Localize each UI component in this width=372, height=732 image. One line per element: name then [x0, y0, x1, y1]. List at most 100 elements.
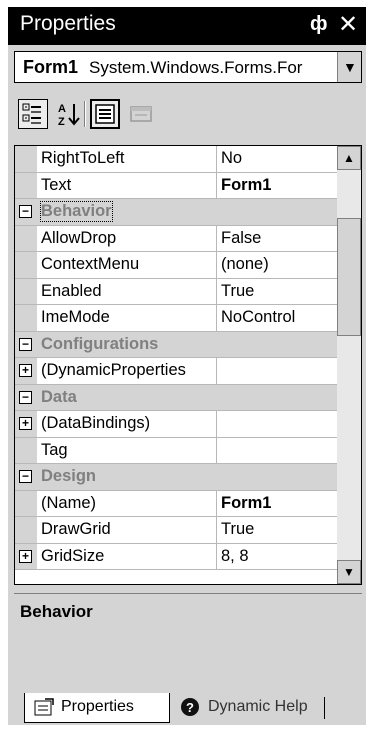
pin-icon[interactable]: ф: [310, 13, 328, 36]
chevron-down-icon: ▼: [343, 59, 357, 75]
property-row[interactable]: AllowDrop False: [15, 225, 337, 252]
property-name: (DynamicProperties: [41, 361, 186, 379]
property-row[interactable]: + (DataBindings): [15, 411, 337, 438]
column-divider: [216, 305, 217, 331]
category-label: Data: [41, 387, 77, 406]
property-name: RightToLeft: [41, 149, 125, 167]
property-grid: RightToLeft No Text Form1− Behavior AllowDrop…: [14, 145, 362, 585]
property-pages-icon: [130, 106, 152, 122]
row-margin: [15, 278, 37, 304]
scrollbar-thumb[interactable]: [337, 218, 361, 336]
expand-icon[interactable]: +: [19, 549, 32, 563]
svg-text:Z: Z: [58, 116, 65, 128]
category-row[interactable]: − Configurations: [15, 331, 337, 358]
title-bar[interactable]: Properties ф ✕: [8, 7, 366, 45]
help-icon: ?: [181, 698, 199, 716]
property-name: (Name): [41, 493, 97, 512]
chevron-down-icon: ▼: [343, 565, 355, 579]
property-value[interactable]: True: [221, 520, 335, 539]
property-name: GridSize: [41, 546, 105, 565]
object-name: Form1: [23, 57, 79, 77]
window-title: Properties: [20, 12, 116, 35]
category-row[interactable]: − Behavior: [15, 199, 337, 226]
tab-separator: [324, 697, 325, 719]
property-value[interactable]: Form1: [221, 176, 335, 195]
svg-text:A: A: [58, 103, 66, 115]
column-divider: [216, 517, 217, 543]
tab-strip: Properties ? Dynamic Help: [8, 693, 366, 725]
property-name: Enabled: [41, 281, 102, 300]
tab-dynamic-help-label: Dynamic Help: [208, 698, 308, 715]
property-value[interactable]: (none): [221, 255, 335, 274]
property-row[interactable]: Enabled True: [15, 278, 337, 305]
property-row[interactable]: Text Form1: [15, 172, 337, 199]
column-divider: [216, 490, 217, 516]
property-name: Text: [41, 175, 72, 194]
row-margin: [15, 225, 37, 251]
row-margin: [15, 490, 37, 516]
property-row[interactable]: DrawGrid True: [15, 517, 337, 544]
property-name: DrawGrid: [41, 520, 111, 538]
row-margin: [15, 517, 37, 543]
svg-text:?: ?: [186, 700, 194, 715]
scroll-down-button[interactable]: ▼: [337, 560, 361, 584]
property-name: AllowDrop: [41, 228, 117, 247]
column-divider: [216, 437, 217, 463]
expand-icon[interactable]: +: [19, 364, 32, 377]
property-row[interactable]: + (DynamicProperties: [15, 358, 337, 385]
properties-button[interactable]: [90, 99, 120, 129]
alphabetical-button[interactable]: A Z: [54, 99, 84, 129]
property-name: ImeMode: [41, 308, 110, 326]
vertical-scrollbar[interactable]: ▲ ▼: [337, 146, 361, 584]
property-value[interactable]: Form1: [221, 494, 335, 513]
object-selector-dropdown-button[interactable]: ▼: [337, 52, 361, 82]
collapse-icon[interactable]: −: [19, 337, 32, 351]
properties-tab-icon: [34, 698, 54, 716]
object-type: System.Windows.Forms.For: [89, 58, 303, 77]
property-name: (DataBindings): [41, 414, 151, 432]
property-row[interactable]: Tag: [15, 437, 337, 464]
row-margin: [15, 172, 37, 198]
row-margin: [15, 146, 37, 172]
scroll-up-button[interactable]: ▲: [337, 146, 361, 170]
property-name: ContextMenu: [41, 255, 140, 273]
column-divider: [216, 278, 217, 304]
property-value[interactable]: No: [221, 149, 335, 168]
row-margin: [15, 305, 37, 331]
toolbar: A Z: [8, 93, 366, 137]
column-divider: [216, 146, 217, 172]
property-value[interactable]: False: [221, 229, 335, 248]
collapse-icon[interactable]: −: [19, 205, 32, 218]
category-row[interactable]: − Design: [15, 464, 337, 491]
object-selector[interactable]: Form1 System.Windows.Forms.For ▼: [14, 51, 362, 83]
close-icon[interactable]: ✕: [338, 10, 358, 39]
alphabetical-icon: A Z: [58, 103, 80, 128]
property-value[interactable]: 8, 8: [221, 547, 335, 566]
expand-icon[interactable]: +: [19, 417, 32, 430]
property-name: Tag: [41, 440, 68, 459]
property-pages-button[interactable]: [126, 99, 156, 129]
column-divider: [216, 358, 217, 384]
column-divider: [216, 252, 217, 278]
category-row[interactable]: − Data: [15, 384, 337, 411]
column-divider: [216, 543, 217, 569]
property-rows: RightToLeft No Text Form1− Behavior AllowDrop…: [15, 146, 337, 570]
properties-window: Properties ф ✕ Form1 System.Windows.Form…: [8, 7, 366, 725]
property-row[interactable]: RightToLeft No: [15, 146, 337, 173]
property-row[interactable]: ContextMenu (none): [15, 252, 337, 279]
property-row[interactable]: + GridSize 8, 8: [15, 543, 337, 570]
property-row[interactable]: ImeMode NoControl: [15, 305, 337, 332]
property-row[interactable]: (Name) Form1: [15, 490, 337, 517]
collapse-icon[interactable]: −: [19, 390, 32, 404]
tab-properties[interactable]: Properties: [24, 693, 170, 723]
column-divider: [216, 411, 217, 437]
categorized-button[interactable]: [18, 99, 48, 129]
column-divider: [216, 172, 217, 198]
property-value[interactable]: NoControl: [221, 308, 335, 327]
property-value[interactable]: True: [221, 282, 335, 301]
column-divider: [216, 225, 217, 251]
category-label: Design: [41, 467, 97, 485]
collapse-icon[interactable]: −: [19, 470, 32, 483]
properties-icon: [95, 104, 115, 124]
tab-dynamic-help[interactable]: ? Dynamic Help: [172, 693, 318, 723]
